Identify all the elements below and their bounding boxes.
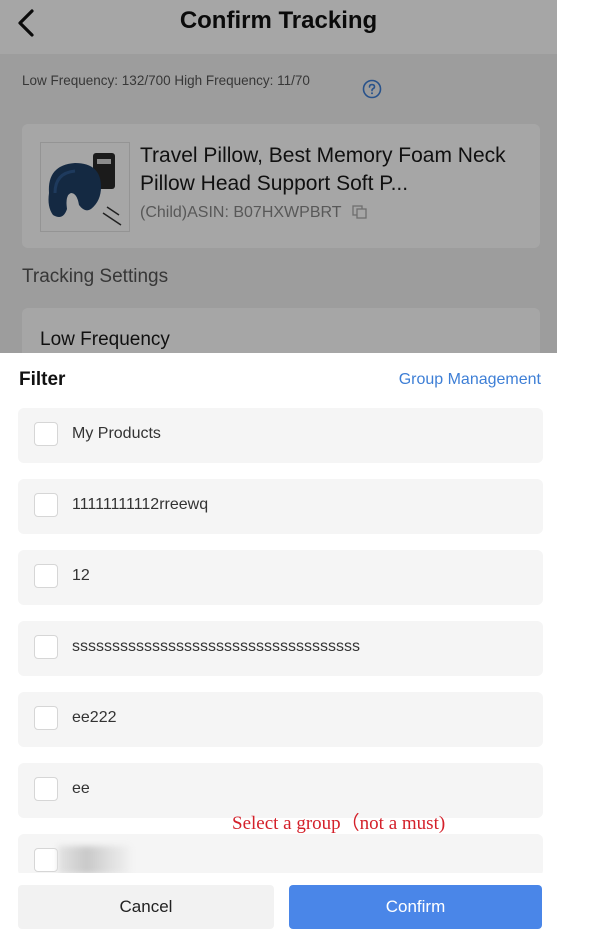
confirm-button[interactable]: Confirm: [289, 885, 542, 929]
checkbox[interactable]: [34, 635, 58, 659]
checkbox[interactable]: [34, 848, 58, 872]
blurred-label: [58, 846, 130, 874]
group-item[interactable]: ee222: [18, 692, 543, 747]
group-item-partial[interactable]: [18, 834, 543, 876]
group-label: ee222: [72, 709, 117, 726]
cancel-button[interactable]: Cancel: [18, 885, 274, 929]
group-label: ee: [72, 780, 90, 797]
annotation-note: Select a group（not a must): [232, 813, 446, 834]
group-item[interactable]: My Products: [18, 408, 543, 463]
group-label: ssssssssssssssssssssssssssssssssssss: [72, 638, 360, 655]
footer-bar: Cancel Confirm: [0, 873, 557, 932]
group-label: My Products: [72, 425, 161, 442]
group-management-link[interactable]: Group Management: [399, 371, 541, 389]
group-item[interactable]: ssssssssssssssssssssssssssssssssssss: [18, 621, 543, 676]
group-label: 12: [72, 567, 90, 584]
filter-sheet: Filter Group Management My Products 1111…: [0, 353, 557, 932]
checkbox[interactable]: [34, 564, 58, 588]
checkbox[interactable]: [34, 422, 58, 446]
checkbox[interactable]: [34, 493, 58, 517]
group-item[interactable]: 11111111112rreewq: [18, 479, 543, 534]
dim-overlay[interactable]: [0, 0, 557, 353]
group-label: 11111111112rreewq: [72, 496, 209, 513]
group-item[interactable]: 12: [18, 550, 543, 605]
filter-title: Filter: [19, 369, 66, 390]
checkbox[interactable]: [34, 777, 58, 801]
checkbox[interactable]: [34, 706, 58, 730]
background-page: Confirm Tracking Low Frequency: 132/700 …: [0, 0, 557, 353]
